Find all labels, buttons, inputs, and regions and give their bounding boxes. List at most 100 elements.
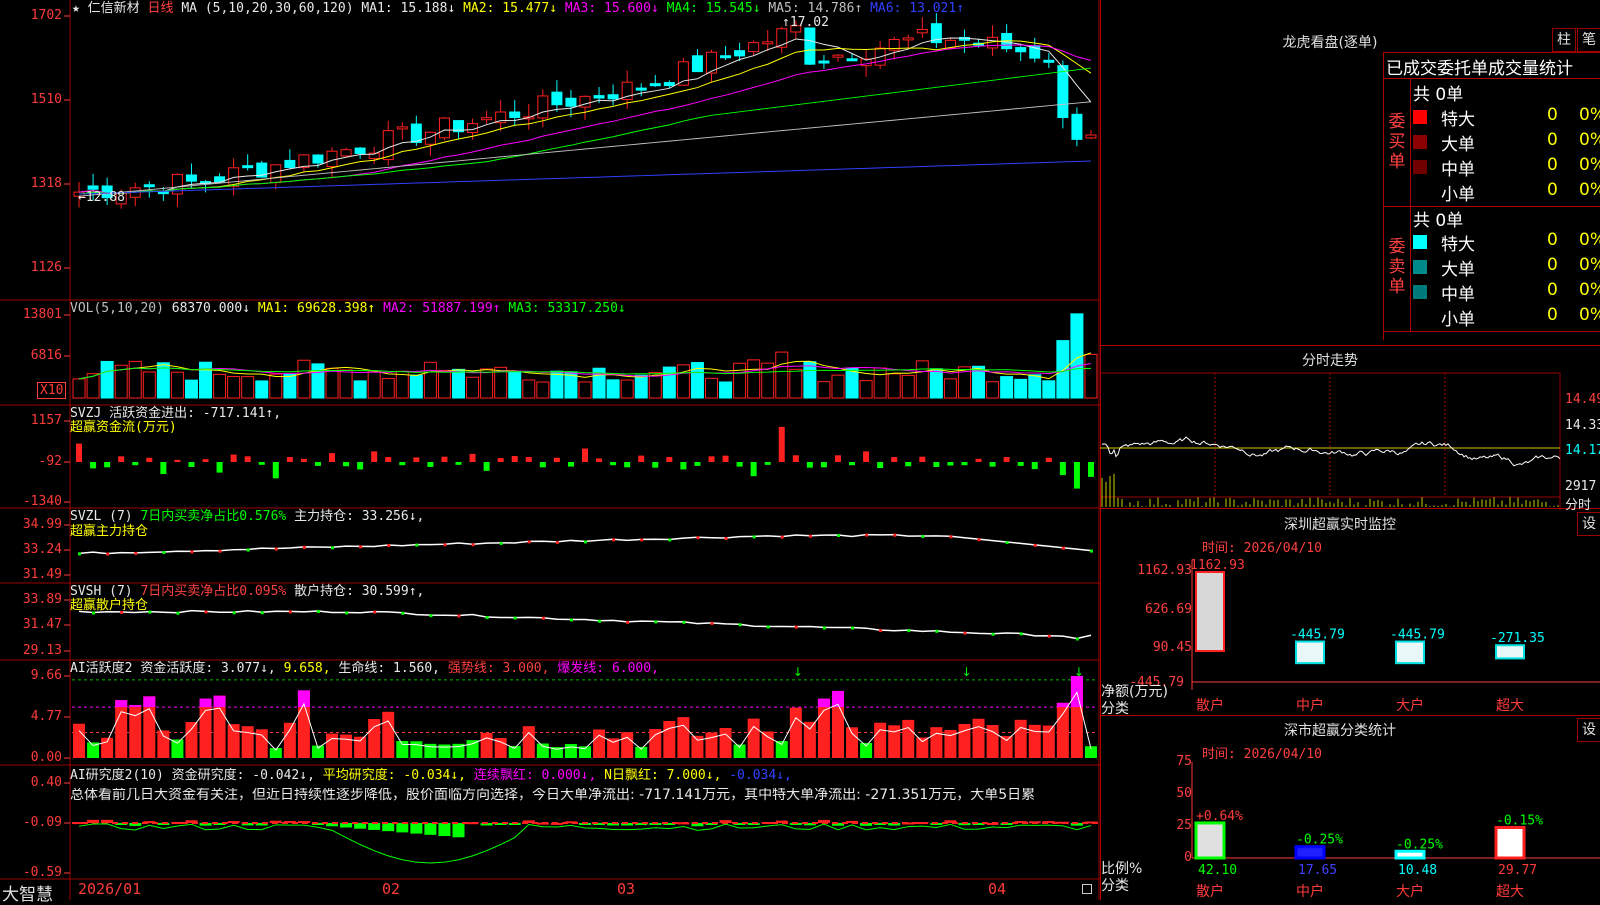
activity-bar	[874, 722, 887, 758]
x-axis-label: 04	[988, 880, 1007, 898]
monitor-ytick: 90.45	[1152, 640, 1192, 655]
retail-holding-dot	[232, 611, 236, 615]
buy-row-name: 大单	[1441, 135, 1475, 155]
volume-bar	[873, 367, 887, 399]
favorite-star-icon[interactable]: ★	[72, 1, 80, 16]
svzl-name[interactable]: SVZL (7)	[70, 509, 133, 524]
volume-bar	[353, 380, 367, 399]
intraday-tick: 14.33	[1565, 418, 1600, 433]
stats-xlabel: 分类	[1101, 878, 1129, 894]
ma1-value: MA1: 15.188↓	[361, 1, 456, 16]
vol-name[interactable]: VOL(5,10,20)	[70, 301, 164, 316]
fund-flow-bar	[76, 443, 83, 462]
fund-flow-bar	[216, 462, 223, 473]
fund-flow-bar	[849, 462, 856, 466]
monitor-settings-button[interactable]: 设	[1577, 512, 1600, 536]
fund-flow-bar	[413, 457, 420, 462]
svzj-name[interactable]: SVZJ	[70, 406, 101, 421]
fund-flow-bar	[666, 457, 673, 462]
volume-bar	[831, 374, 845, 399]
svsh-name[interactable]: SVSH (7)	[70, 584, 133, 599]
main-holding-dot	[640, 538, 644, 542]
fund-flow-bar	[638, 455, 645, 462]
stats-category: 超大	[1496, 884, 1524, 900]
retail-holding-dot	[176, 611, 180, 615]
svsh-hold: 散户持仓: 30.599↑,	[294, 584, 425, 599]
volume-bar	[1084, 353, 1098, 399]
volume-bar	[803, 361, 817, 399]
ai-strong-line: 强势线: 3.000,	[447, 661, 550, 676]
volume-bar	[213, 373, 227, 399]
sell-row: 中单 0 0%	[1413, 280, 1600, 305]
main-holding-dot	[190, 550, 194, 554]
volume-bar	[719, 381, 733, 399]
activity-bar	[1000, 736, 1013, 758]
volume-bar	[1028, 374, 1042, 399]
buy-swatch	[1413, 185, 1427, 199]
candle-body	[804, 27, 816, 65]
volume-bar	[241, 376, 255, 399]
volume-bar	[845, 367, 859, 399]
longhu-title: 龙虎看盘(逐单)	[1282, 35, 1378, 51]
volume-bar	[367, 371, 381, 399]
ai-research-tick: 0.40	[30, 775, 62, 790]
kline-svg[interactable]: ↓ ↓ ↓	[0, 0, 1100, 900]
fund-flow-bar	[230, 454, 237, 462]
sell-row-name: 大单	[1441, 260, 1475, 280]
candle-body	[143, 184, 155, 188]
fund-flow-bar	[624, 462, 631, 468]
fund-flow-bar	[567, 462, 574, 467]
candle-body	[284, 159, 296, 168]
ai-research-name[interactable]: AI研究度2(10)	[70, 768, 164, 783]
monitor-category: 散户	[1196, 697, 1224, 714]
retail-holding-dot	[907, 629, 911, 633]
svzj-tick: -1340	[22, 494, 62, 509]
period-label[interactable]: 日线	[148, 1, 174, 16]
bar-mode-button[interactable]: 柱	[1552, 28, 1576, 52]
main-holding-dot	[359, 545, 363, 549]
stats-settings-button[interactable]: 设	[1577, 718, 1600, 742]
volume-bar	[747, 359, 761, 399]
main-holding-dot	[668, 538, 672, 542]
fund-flow-bar	[469, 453, 476, 462]
candle-body	[1057, 65, 1069, 118]
kline-chart-area[interactable]: ↓ ↓ ↓ ★ 仁信新材 日线 MA (5,10,20,30,60,120) MA1…	[0, 0, 1100, 905]
ai-research-streak: 连续飘红: 0.000↓,	[473, 768, 597, 783]
candle-body	[832, 54, 844, 58]
retail-holding-dot	[204, 610, 208, 614]
fund-flow-bar	[132, 462, 139, 466]
fund-flow-bar	[244, 456, 251, 462]
retail-holding-dot	[794, 625, 798, 629]
stats-bar	[1394, 849, 1426, 860]
stock-name[interactable]: 仁信新材	[88, 1, 140, 16]
retail-holding-dot	[316, 609, 320, 613]
activity-bar	[255, 729, 268, 758]
ma-params[interactable]: MA (5,10,20,30,60,120)	[181, 1, 353, 16]
svzl-tick: 31.49	[22, 567, 62, 582]
candle-body	[1015, 47, 1027, 53]
main-holding-dot	[1061, 546, 1065, 550]
candle-body	[537, 95, 549, 119]
volume-bar	[480, 368, 494, 399]
vol-unit-badge: X10	[37, 382, 67, 399]
stats-ytick: 25	[1176, 818, 1192, 833]
stats-ytick: 0	[1184, 850, 1192, 865]
candle-body	[818, 60, 830, 64]
longhu-tabs[interactable]: 已成交委托单成交量统计	[1386, 54, 1600, 78]
ai-research-nday: N日飘红: 7.000↓,	[604, 768, 722, 783]
fund-flow-bar	[820, 462, 827, 468]
fund-flow-bar	[455, 462, 462, 465]
candle-body	[242, 165, 254, 169]
candle-body	[551, 91, 563, 106]
activity-bar	[846, 727, 859, 758]
tick-mode-button[interactable]: 笔	[1577, 28, 1600, 52]
activity-bar	[593, 729, 606, 758]
ai-active-name[interactable]: AI活跃度2	[70, 661, 132, 676]
activity-bar	[789, 707, 802, 758]
activity-bar	[438, 744, 451, 758]
candle-body	[326, 150, 338, 168]
main-holding-dot	[949, 535, 953, 539]
lock-icon[interactable]	[1082, 884, 1092, 894]
activity-bar	[185, 722, 198, 758]
fund-flow-bar	[610, 462, 617, 466]
